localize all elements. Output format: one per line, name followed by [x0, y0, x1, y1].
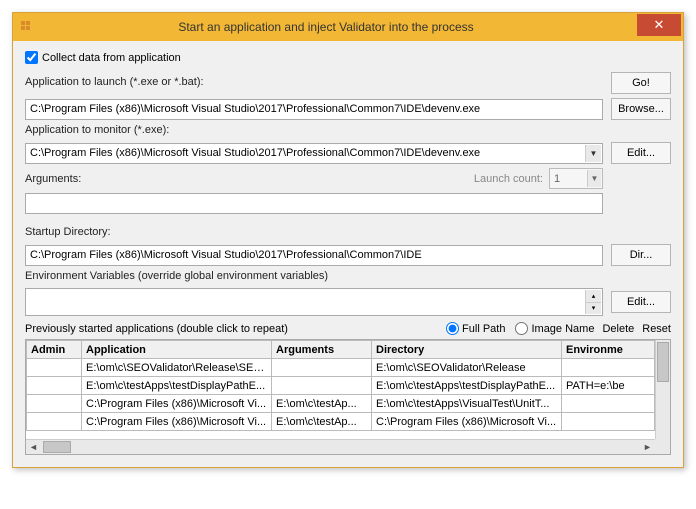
- env-vars-label: Environment Variables (override global e…: [25, 270, 603, 282]
- scroll-corner: [655, 439, 670, 454]
- full-path-radio[interactable]: Full Path: [446, 322, 505, 335]
- go-button[interactable]: Go!: [611, 72, 671, 94]
- app-monitor-label: Application to monitor (*.exe):: [25, 124, 603, 136]
- table-cell: E:\om\c\testApps\testDisplayPathE...: [82, 377, 272, 395]
- collect-data-checkbox[interactable]: [25, 51, 38, 64]
- table-cell: C:\Program Files (x86)\Microsoft Vi...: [82, 413, 272, 431]
- delete-button[interactable]: Delete: [602, 323, 634, 335]
- dialog-content: Collect data from application Applicatio…: [13, 41, 683, 467]
- table-cell: E:\om\c\SEOValidator\Release\SEO...: [82, 359, 272, 377]
- titlebar: Start an application and inject Validato…: [13, 13, 683, 41]
- dialog-title: Start an application and inject Validato…: [15, 20, 637, 34]
- prev-apps-label: Previously started applications (double …: [25, 323, 438, 335]
- close-icon: ✕: [654, 17, 665, 33]
- scroll-thumb[interactable]: [657, 342, 669, 382]
- reset-button[interactable]: Reset: [642, 323, 671, 335]
- close-button[interactable]: ✕: [637, 14, 681, 36]
- table-row[interactable]: C:\Program Files (x86)\Microsoft Vi...E:…: [27, 413, 655, 431]
- table-cell: [27, 413, 82, 431]
- app-monitor-value: C:\Program Files (x86)\Microsoft Visual …: [30, 147, 584, 159]
- env-vars-spinner[interactable]: ▴ ▾: [585, 290, 601, 314]
- collect-data-label: Collect data from application: [42, 52, 181, 64]
- caret-down-icon[interactable]: ▾: [586, 302, 601, 315]
- table-cell: E:\om\c\testAp...: [272, 413, 372, 431]
- browse-button[interactable]: Browse...: [611, 98, 671, 120]
- table-cell: [27, 359, 82, 377]
- table-row[interactable]: E:\om\c\SEOValidator\Release\SEO... E:\om…: [27, 359, 655, 377]
- table-cell: E:\om\c\testApps\testDisplayPathE...: [372, 377, 562, 395]
- table-cell: [562, 359, 655, 377]
- col-arguments[interactable]: Arguments: [272, 341, 372, 359]
- prev-apps-table[interactable]: Admin Application Arguments Directory En…: [26, 340, 655, 431]
- table-cell: [562, 395, 655, 413]
- prev-apps-table-wrap: Admin Application Arguments Directory En…: [25, 339, 671, 455]
- arguments-label: Arguments:: [25, 173, 466, 185]
- launch-count-value: 1: [554, 173, 560, 185]
- table-cell: [562, 413, 655, 431]
- table-cell: [27, 377, 82, 395]
- scroll-thumb[interactable]: [43, 441, 71, 453]
- table-cell: E:\om\c\testApps\VisualTest\UnitT...: [372, 395, 562, 413]
- table-cell: C:\Program Files (x86)\Microsoft Vi...: [82, 395, 272, 413]
- dir-button[interactable]: Dir...: [611, 244, 671, 266]
- arguments-input[interactable]: [25, 193, 603, 214]
- table-cell: [272, 377, 372, 395]
- table-cell: E:\om\c\SEOValidator\Release: [372, 359, 562, 377]
- table-cell: [272, 359, 372, 377]
- horizontal-scrollbar[interactable]: ◄ ►: [26, 439, 655, 454]
- launch-count-label: Launch count:: [474, 173, 543, 185]
- env-vars-field[interactable]: ▴ ▾: [25, 288, 603, 316]
- vertical-scrollbar[interactable]: [655, 340, 670, 439]
- caret-up-icon[interactable]: ▴: [586, 290, 601, 302]
- table-cell: C:\Program Files (x86)\Microsoft Vi...: [372, 413, 562, 431]
- chevron-down-icon[interactable]: ▼: [587, 170, 601, 187]
- image-name-radio[interactable]: Image Name: [515, 322, 594, 335]
- startup-dir-input[interactable]: [25, 245, 603, 266]
- app-launch-input[interactable]: [25, 99, 603, 120]
- col-directory[interactable]: Directory: [372, 341, 562, 359]
- scroll-track[interactable]: [41, 440, 640, 454]
- edit-env-button[interactable]: Edit...: [611, 291, 671, 313]
- col-admin[interactable]: Admin: [27, 341, 82, 359]
- table-cell: PATH=e:\be: [562, 377, 655, 395]
- table-cell: E:\om\c\testAp...: [272, 395, 372, 413]
- path-mode-radio-group: Full Path Image Name: [446, 322, 594, 335]
- app-launch-label: Application to launch (*.exe or *.bat):: [25, 76, 603, 88]
- col-application[interactable]: Application: [82, 341, 272, 359]
- table-row[interactable]: C:\Program Files (x86)\Microsoft Vi...E:…: [27, 395, 655, 413]
- scroll-right-icon[interactable]: ►: [640, 440, 655, 454]
- table-row[interactable]: E:\om\c\testApps\testDisplayPathE... E:\o…: [27, 377, 655, 395]
- dialog-window: Start an application and inject Validato…: [12, 12, 684, 468]
- launch-count-combo[interactable]: 1 ▼: [549, 168, 603, 189]
- chevron-down-icon[interactable]: ▼: [585, 145, 601, 162]
- edit-monitor-button[interactable]: Edit...: [611, 142, 671, 164]
- startup-dir-label: Startup Directory:: [25, 226, 603, 238]
- col-environment[interactable]: Environme: [562, 341, 655, 359]
- scroll-left-icon[interactable]: ◄: [26, 440, 41, 454]
- app-monitor-combo[interactable]: C:\Program Files (x86)\Microsoft Visual …: [25, 143, 603, 164]
- table-cell: [27, 395, 82, 413]
